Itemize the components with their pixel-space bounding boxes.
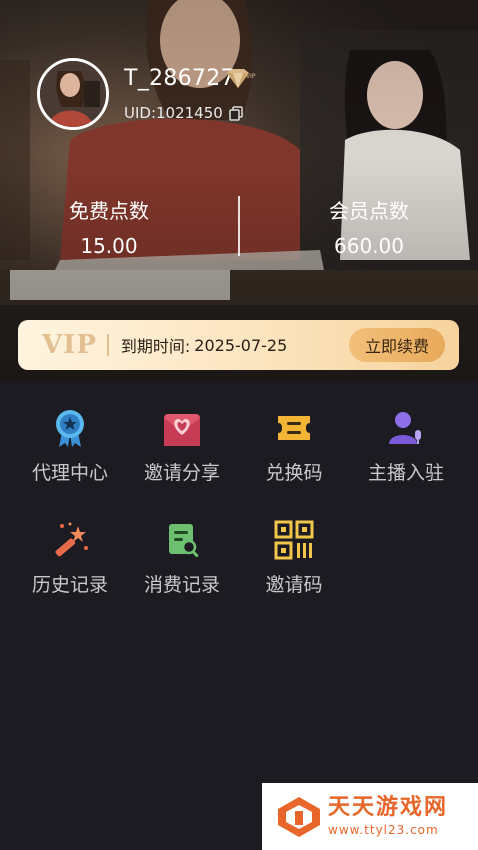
user-mic-icon [389, 412, 421, 444]
avatar[interactable] [37, 58, 109, 130]
magic-wand-icon [55, 522, 88, 557]
menu-label: 历史记录 [31, 574, 108, 596]
menu-label: 消费记录 [143, 574, 220, 596]
vip-membership-bar: VIP 到期时间: 2025-07-25 立即续费 [18, 320, 459, 370]
menu-item-agent-center[interactable]: 代理中心 [14, 408, 126, 485]
svg-text:VIP: VIP [246, 73, 256, 80]
stats-divider [238, 196, 240, 256]
expire-label: 到期时间: [120, 337, 191, 356]
uid-row: UID:1021450 [124, 104, 243, 122]
menu-label: 兑换码 [265, 462, 323, 484]
ribbon-star-icon [56, 410, 84, 447]
receipt-search-icon [169, 524, 199, 558]
menu-item-streamer-join[interactable]: 主播入驻 [350, 408, 462, 485]
free-points-value: 15.00 [80, 234, 138, 258]
menu-label: 邀请分享 [143, 462, 220, 484]
watermark-title: 天天游戏网 [328, 794, 449, 820]
watermark-logo-icon [278, 796, 320, 837]
qr-code-icon [274, 520, 314, 560]
heart-envelope-icon [164, 414, 200, 446]
menu-item-consumption-records[interactable]: 消费记录 [126, 520, 238, 597]
menu-label: 主播入驻 [367, 462, 444, 484]
ticket-icon [278, 416, 310, 440]
uid-text: UID:1021450 [124, 104, 223, 122]
renew-button[interactable]: 立即续费 [349, 328, 445, 362]
free-points-stat[interactable]: 免费点数 15.00 [29, 195, 189, 258]
menu-item-invite-share[interactable]: 邀请分享 [126, 408, 238, 485]
watermark-url: www.ttyl23.com [328, 822, 439, 837]
menu-item-history[interactable]: 历史记录 [14, 520, 126, 597]
site-watermark: 天天游戏网 www.ttyl23.com [262, 783, 478, 850]
menu-item-redeem-code[interactable]: 兑换码 [238, 408, 350, 485]
vip-separator [106, 334, 109, 356]
member-points-stat[interactable]: 会员点数 660.00 [289, 195, 449, 258]
copy-icon[interactable] [229, 105, 243, 121]
member-points-value: 660.00 [334, 234, 404, 258]
avatar-image [40, 61, 106, 127]
expire-date: 2025-07-25 [194, 335, 288, 355]
free-points-label: 免费点数 [69, 199, 149, 223]
member-points-label: 会员点数 [329, 199, 409, 223]
menu-item-invite-code[interactable]: 邀请码 [238, 520, 350, 597]
watermark-text: 天天游戏网 www.ttyl23.com [328, 794, 449, 837]
username: T_286727 [124, 66, 235, 91]
vip-diamond-icon: VIP [227, 69, 256, 88]
menu-label: 代理中心 [31, 462, 108, 484]
menu-label: 邀请码 [265, 574, 323, 596]
vip-logo: VIP [42, 330, 97, 360]
